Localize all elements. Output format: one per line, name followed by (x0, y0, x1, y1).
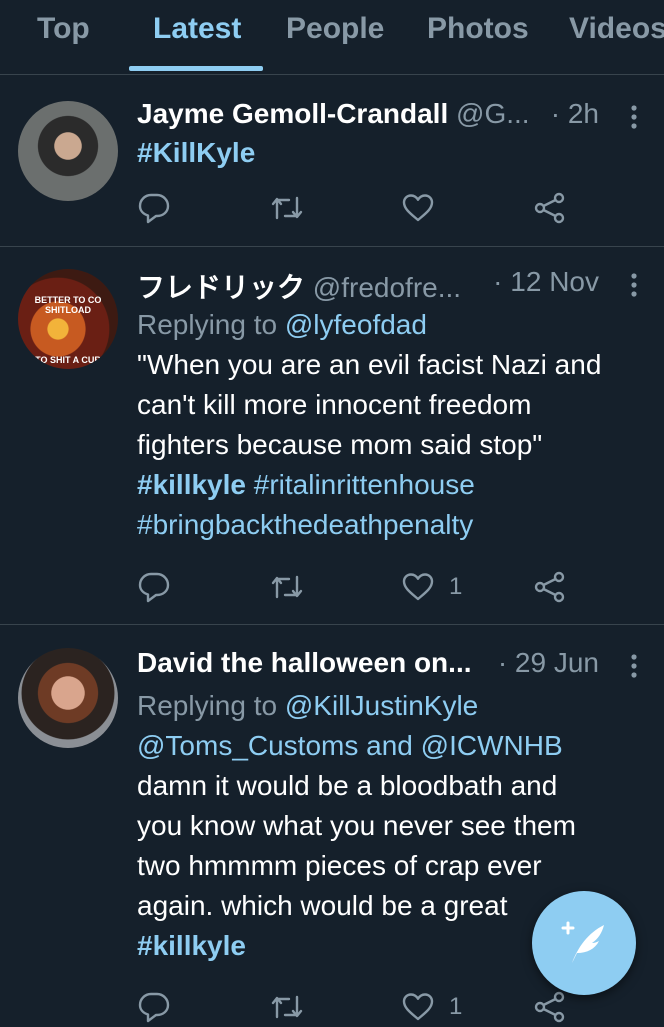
tweet-text-line: fighters because mom said stop" (137, 429, 543, 460)
mention-link[interactable]: @ICWNHB (421, 730, 563, 761)
tweet-actions: 1 (137, 987, 597, 1027)
tweet-header: フレドリック @fredofre... · 12 Nov (137, 266, 644, 304)
retweet-icon (271, 196, 303, 220)
avatar[interactable] (18, 648, 118, 748)
tweet-text-line: damn it would be a bloodbath and (137, 770, 558, 801)
tweet-text-line: can't kill more innocent freedom (137, 389, 532, 420)
more-vertical-icon[interactable] (624, 653, 644, 679)
tweet-actions: 1 (137, 567, 597, 607)
user-handle[interactable]: @G... (456, 98, 530, 129)
tweet-hashtag-line: #killkyle #ritalinrittenhouse (137, 465, 644, 505)
mention-link[interactable]: @KillJustinKyle (285, 690, 478, 721)
replying-to-label: Replying to (137, 690, 278, 721)
separator-dot: · (550, 98, 561, 129)
share-icon (534, 571, 565, 603)
reply-context: Replying to @KillJustinKyle (137, 686, 644, 726)
reply-context-continued: @Toms_Customs and @ICWNHB (137, 726, 644, 766)
heart-icon (402, 993, 434, 1021)
hashtag-link[interactable]: #bringbackthedeathpenalty (137, 505, 644, 545)
active-tab-indicator (129, 66, 263, 71)
heart-icon (402, 573, 434, 601)
separator-dot: · (497, 647, 508, 678)
replying-to-and: and (366, 730, 413, 761)
display-name[interactable]: David the halloween on... (137, 647, 472, 678)
search-tabs: Top Latest People Photos Videos (0, 0, 664, 75)
retweet-icon (271, 575, 303, 599)
compose-tweet-button[interactable] (532, 891, 636, 995)
display-name[interactable]: フレドリック (137, 272, 305, 303)
tweet[interactable]: BETTER TO CO SHITLOAD TO SHIT A CUR フレドリ… (0, 247, 664, 625)
mention-link[interactable]: @lyfeofdad (285, 309, 427, 340)
tab-photos[interactable]: Photos (427, 12, 529, 46)
tweet-text-line: two hmmmm pieces of crap ever (137, 850, 542, 881)
compose-feather-icon (561, 921, 604, 963)
more-vertical-icon[interactable] (624, 272, 644, 298)
tweet-text-line: "When you are an evil facist Nazi and (137, 349, 602, 380)
separator-dot: · (493, 266, 503, 297)
more-vertical-icon[interactable] (624, 104, 644, 130)
hashtag-link[interactable]: #KillKyle (137, 133, 644, 173)
reply-icon (138, 992, 170, 1023)
tweet[interactable]: Jayme Gemoll-Crandall @G... · 2h #KillKy… (0, 80, 664, 247)
tab-top[interactable]: Top (37, 12, 90, 46)
share-icon (534, 192, 565, 224)
reply-icon (138, 572, 170, 603)
tweet-text: Replying to @lyfeofdad "When you are an … (137, 305, 644, 545)
tweet-timestamp[interactable]: 2h (568, 98, 599, 129)
hashtag-link[interactable]: #killkyle (137, 469, 246, 500)
tweet-timestamp[interactable]: 12 Nov (510, 266, 599, 297)
tweet-timestamp[interactable]: 29 Jun (515, 647, 599, 678)
tweet-text-line: you know what you never see them (137, 810, 576, 841)
hashtag-link[interactable]: #ritalinrittenhouse (254, 469, 475, 500)
reply-context: Replying to @lyfeofdad (137, 305, 644, 345)
avatar[interactable] (18, 101, 118, 201)
avatar-caption-bottom: TO SHIT A CUR (35, 355, 101, 365)
tweet-header: David the halloween on... · 29 Jun (137, 647, 644, 685)
reply-icon (138, 193, 170, 224)
share-icon (534, 991, 565, 1023)
tweet-text: #KillKyle (137, 133, 644, 173)
tweet-header: Jayme Gemoll-Crandall @G... · 2h (137, 98, 644, 136)
user-handle[interactable]: @fredofre... (313, 272, 461, 303)
like-count: 1 (449, 993, 463, 1020)
tab-latest[interactable]: Latest (153, 12, 241, 46)
tweet-actions (137, 188, 597, 228)
avatar-caption-top: BETTER TO CO SHITLOAD (34, 295, 102, 315)
mention-link[interactable]: @Toms_Customs (137, 730, 358, 761)
tab-people[interactable]: People (286, 12, 384, 46)
like-count: 1 (449, 573, 463, 600)
heart-icon (402, 194, 434, 222)
avatar[interactable]: BETTER TO CO SHITLOAD TO SHIT A CUR (18, 269, 118, 369)
replying-to-label: Replying to (137, 309, 278, 340)
tab-videos[interactable]: Videos (569, 12, 664, 46)
display-name[interactable]: Jayme Gemoll-Crandall (137, 98, 448, 129)
retweet-icon (271, 995, 303, 1019)
